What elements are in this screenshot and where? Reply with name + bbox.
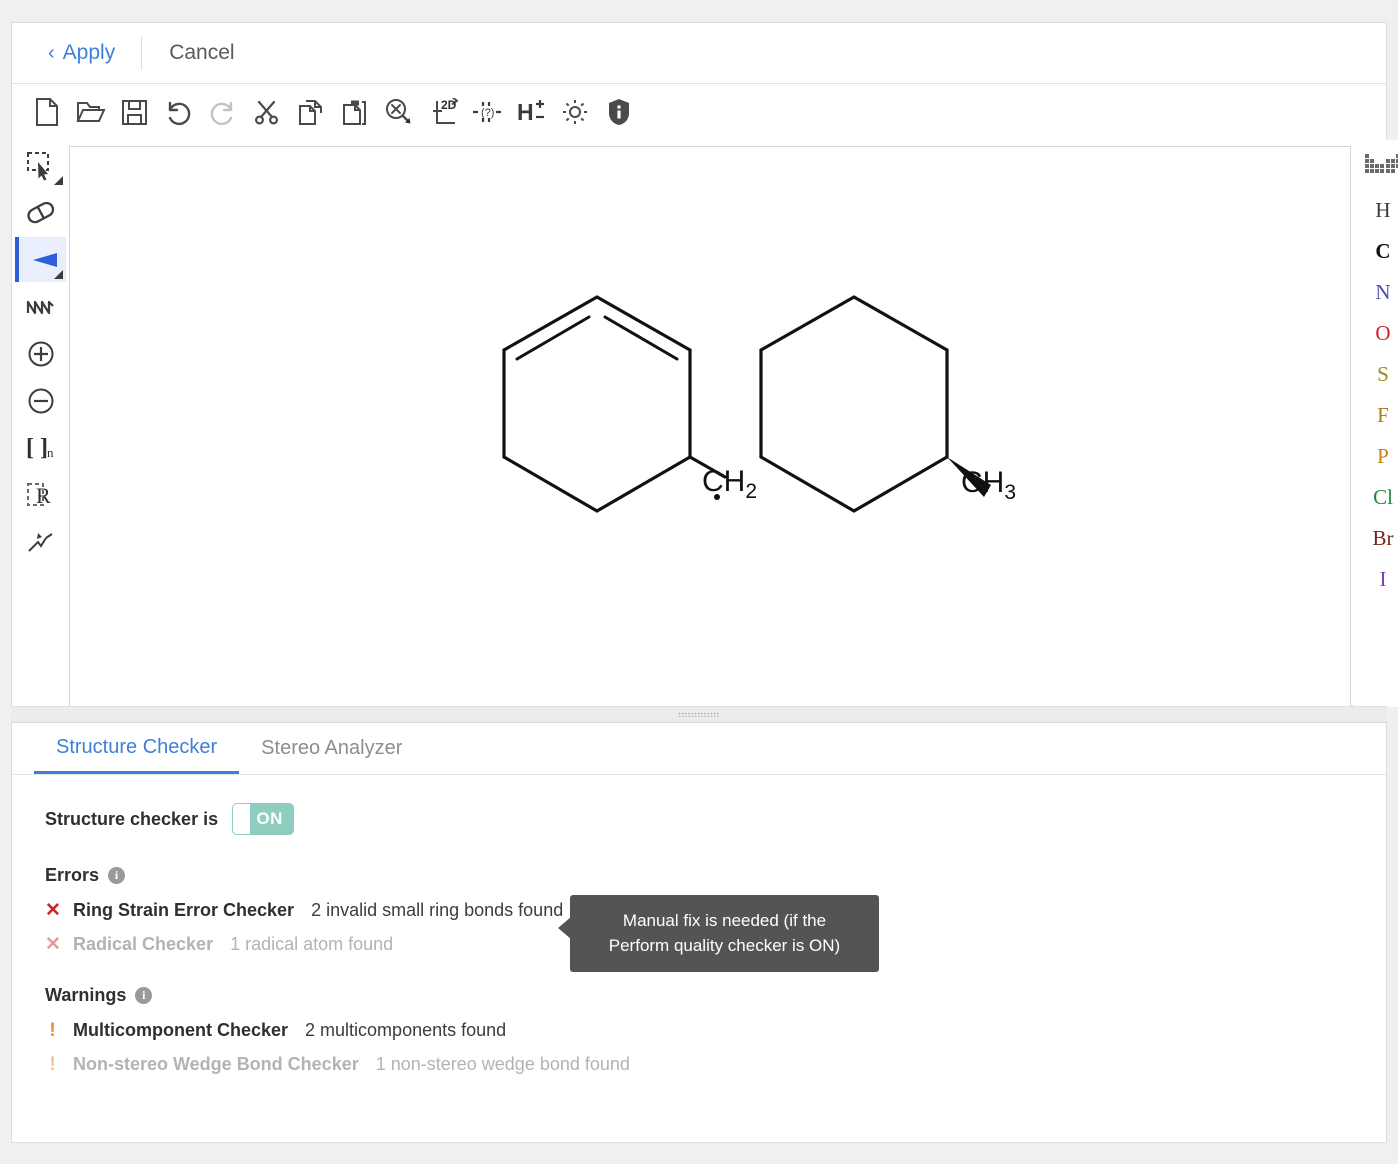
svg-text:H: H bbox=[517, 99, 534, 125]
toggle-state-label: ON bbox=[250, 809, 293, 829]
element-button-n[interactable]: N bbox=[1360, 272, 1398, 313]
zoom-clear-icon[interactable] bbox=[378, 92, 419, 133]
warning-description: 2 multicomponents found bbox=[305, 1020, 506, 1041]
svg-text:[ ]: [ ] bbox=[26, 435, 48, 461]
element-list: HCNOSFPClBrI bbox=[1360, 190, 1398, 600]
selection-rectangle-icon[interactable] bbox=[15, 143, 66, 188]
errors-heading-label: Errors bbox=[45, 865, 99, 886]
r-group-icon[interactable]: R bbox=[15, 472, 66, 517]
warnings-heading: Warnings i bbox=[45, 985, 1386, 1006]
warning-mark-icon: ! bbox=[45, 1055, 60, 1074]
molecule-drawing: CH2 CH3 bbox=[70, 147, 1350, 667]
save-floppy-icon[interactable] bbox=[114, 92, 155, 133]
element-button-br[interactable]: Br bbox=[1360, 518, 1398, 559]
cancel-button[interactable]: Cancel bbox=[142, 41, 258, 65]
charge-plus-icon[interactable] bbox=[15, 331, 66, 376]
element-button-c[interactable]: C bbox=[1360, 231, 1398, 272]
paste-icon[interactable] bbox=[334, 92, 375, 133]
tooltip-line-2: Perform quality checker is ON) bbox=[582, 934, 867, 959]
bracket-repeat-icon[interactable]: [ ]n bbox=[15, 425, 66, 470]
checker-toggle-label: Structure checker is bbox=[45, 809, 218, 830]
errors-info-icon[interactable]: i bbox=[108, 867, 125, 884]
svg-text:CH3: CH3 bbox=[961, 466, 1016, 504]
checker-tabs: Structure Checker Stereo Analyzer bbox=[12, 723, 1386, 775]
element-button-s[interactable]: S bbox=[1360, 354, 1398, 395]
back-chevron-icon: ‹ bbox=[48, 43, 55, 63]
periodic-table-icon[interactable] bbox=[1360, 148, 1398, 182]
warning-row[interactable]: ! Multicomponent Checker 2 multicomponents… bbox=[45, 1020, 1386, 1041]
error-name: Radical Checker bbox=[73, 934, 213, 955]
editor-body: [ ]n R bbox=[12, 140, 1386, 707]
splitter-grip-icon bbox=[678, 712, 720, 717]
tooltip-line-1: Manual fix is needed (if the bbox=[582, 909, 867, 934]
copy-icon[interactable] bbox=[290, 92, 331, 133]
warning-name: Multicomponent Checker bbox=[73, 1020, 288, 1041]
error-mark-icon: ✕ bbox=[45, 901, 60, 920]
warnings-list: ! Multicomponent Checker 2 multicomponents… bbox=[45, 1020, 1386, 1075]
tab-structure-checker[interactable]: Structure Checker bbox=[34, 723, 239, 774]
svg-text:2D: 2D bbox=[441, 98, 457, 112]
molecule-1 bbox=[504, 297, 725, 511]
apply-button-label: Apply bbox=[63, 41, 116, 65]
error-description: 1 radical atom found bbox=[230, 934, 393, 955]
bond-query-icon[interactable]: (?) bbox=[466, 92, 507, 133]
eraser-icon[interactable] bbox=[15, 190, 66, 235]
toggle-knob bbox=[233, 804, 250, 834]
tab-stereo-analyzer[interactable]: Stereo Analyzer bbox=[239, 723, 424, 774]
element-palette: HCNOSFPClBrI bbox=[1353, 140, 1398, 707]
canvas-wrapper: CH2 CH3 bbox=[69, 140, 1353, 707]
molecule-2 bbox=[761, 297, 947, 511]
svg-text:n: n bbox=[47, 445, 54, 460]
svg-text:R: R bbox=[36, 483, 51, 508]
radical-dot-icon bbox=[714, 494, 720, 500]
tool-expand-corner-icon bbox=[54, 176, 63, 185]
wedge-bond-icon[interactable] bbox=[15, 237, 66, 282]
svg-text:(?): (?) bbox=[481, 107, 494, 119]
action-bar: ‹ Apply Cancel bbox=[12, 23, 1386, 84]
warning-description: 1 non-stereo wedge bond found bbox=[376, 1054, 630, 1075]
hydrogen-charge-icon[interactable]: H bbox=[510, 92, 551, 133]
charge-minus-icon[interactable] bbox=[15, 378, 66, 423]
element-button-p[interactable]: P bbox=[1360, 436, 1398, 477]
errors-heading: Errors i bbox=[45, 865, 1386, 886]
clean-2d-icon[interactable]: 2D bbox=[422, 92, 463, 133]
checker-tooltip: Manual fix is needed (if the Perform qua… bbox=[570, 895, 879, 972]
panel-splitter[interactable] bbox=[11, 706, 1387, 723]
warnings-heading-label: Warnings bbox=[45, 985, 126, 1006]
scissors-cut-icon[interactable] bbox=[246, 92, 287, 133]
element-button-h[interactable]: H bbox=[1360, 190, 1398, 231]
checker-toggle-row: Structure checker is ON bbox=[45, 803, 1386, 835]
error-mark-icon: ✕ bbox=[45, 935, 60, 954]
open-folder-icon[interactable] bbox=[70, 92, 111, 133]
undo-icon[interactable] bbox=[158, 92, 199, 133]
main-toolbar: 2D (?) H bbox=[12, 84, 1386, 140]
element-button-cl[interactable]: Cl bbox=[1360, 477, 1398, 518]
gear-settings-icon[interactable] bbox=[554, 92, 595, 133]
element-button-f[interactable]: F bbox=[1360, 395, 1398, 436]
attachment-point-icon[interactable] bbox=[15, 519, 66, 564]
apply-button[interactable]: ‹ Apply bbox=[12, 31, 141, 75]
warnings-info-icon[interactable]: i bbox=[135, 987, 152, 1004]
error-description: 2 invalid small ring bonds found bbox=[311, 900, 563, 921]
chain-icon[interactable] bbox=[15, 284, 66, 329]
warning-mark-icon: ! bbox=[45, 1021, 60, 1040]
ch2-label: CH2 bbox=[702, 465, 757, 503]
error-name: Ring Strain Error Checker bbox=[73, 900, 294, 921]
new-file-icon[interactable] bbox=[26, 92, 67, 133]
tool-expand-corner-icon bbox=[54, 270, 63, 279]
editor-window: ‹ Apply Cancel bbox=[11, 22, 1387, 706]
redo-icon[interactable] bbox=[202, 92, 243, 133]
element-button-i[interactable]: I bbox=[1360, 559, 1398, 600]
warning-row[interactable]: ! Non-stereo Wedge Bond Checker 1 non-ster… bbox=[45, 1054, 1386, 1075]
element-button-o[interactable]: O bbox=[1360, 313, 1398, 354]
info-shield-icon[interactable] bbox=[598, 92, 639, 133]
structure-checker-toggle[interactable]: ON bbox=[232, 803, 294, 835]
structure-canvas[interactable]: CH2 CH3 bbox=[69, 146, 1351, 707]
drawing-tools-sidebar: [ ]n R bbox=[12, 140, 69, 707]
chemistry-structure-editor: ‹ Apply Cancel bbox=[0, 0, 1398, 1164]
warning-name: Non-stereo Wedge Bond Checker bbox=[73, 1054, 359, 1075]
